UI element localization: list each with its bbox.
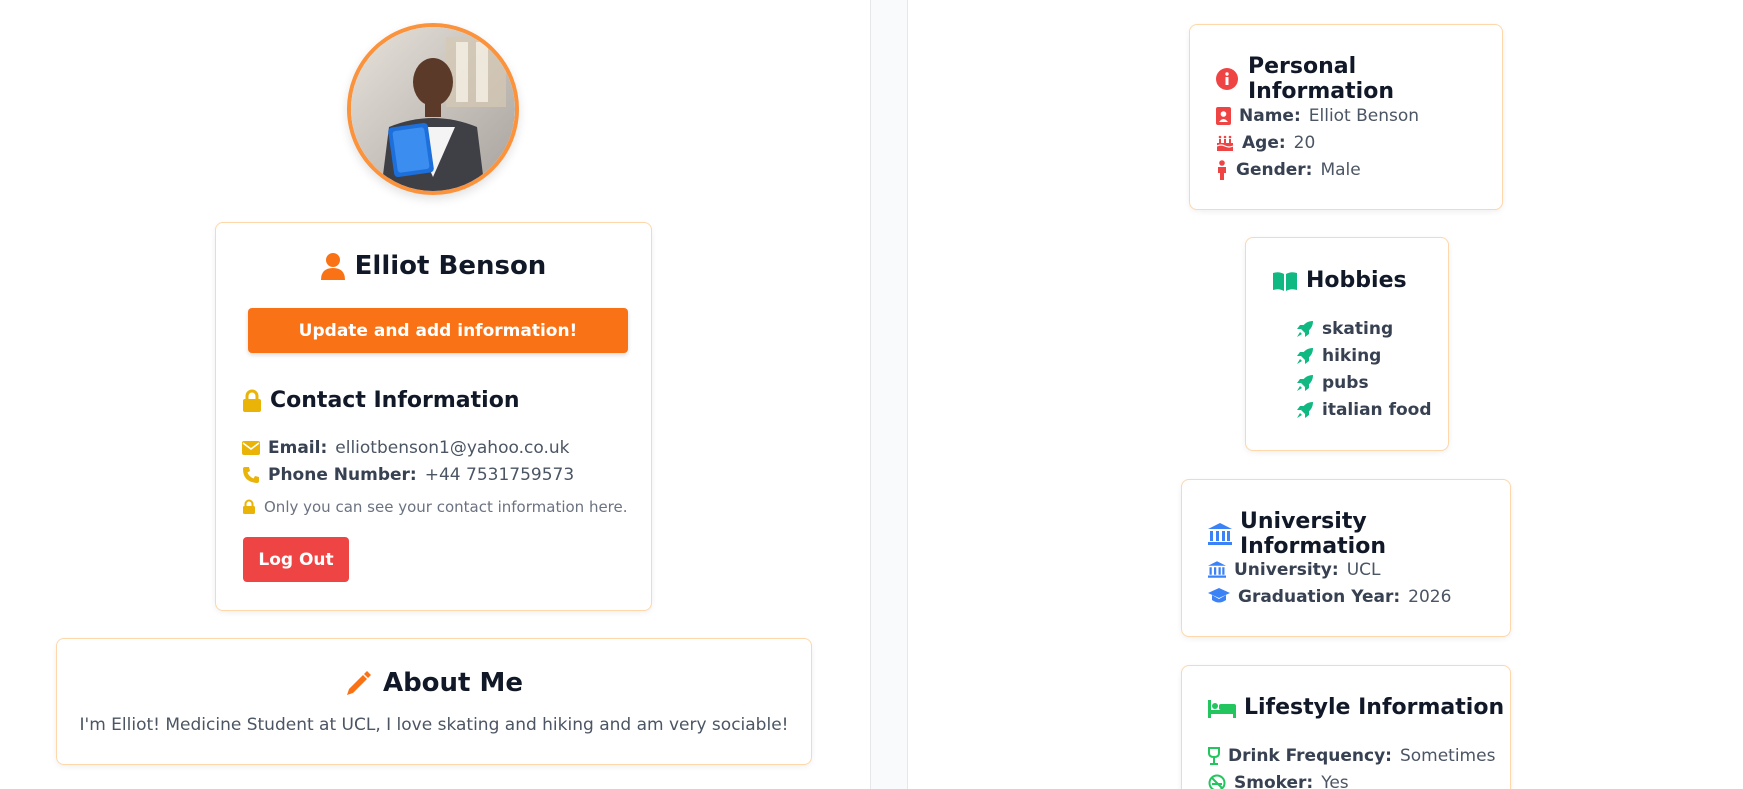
update-info-button[interactable]: Update and add information! — [248, 308, 628, 353]
gender-value: Male — [1320, 159, 1361, 180]
about-me-card: About Me I'm Elliot! Medicine Student at… — [56, 638, 812, 765]
university-info-card: University Information University: UCL G… — [1181, 479, 1511, 637]
cake-icon — [1216, 134, 1234, 152]
privacy-note-text: Only you can see your contact informatio… — [264, 497, 628, 516]
email-value: elliotbenson1@yahoo.co.uk — [335, 437, 570, 458]
hobbies-title: Hobbies — [1306, 268, 1407, 293]
gender-label: Gender: — [1236, 159, 1313, 180]
university-info-title: University Information — [1240, 509, 1386, 559]
logout-button[interactable]: Log Out — [243, 537, 349, 582]
graduation-row: Graduation Year: 2026 — [1208, 583, 1451, 610]
hobbies-card: Hobbies skating hiking pubs italian food — [1245, 237, 1449, 451]
email-label: Email: — [268, 437, 328, 458]
personal-info-heading: Personal Information — [1216, 54, 1502, 104]
privacy-note: Only you can see your contact informatio… — [242, 493, 628, 520]
glass-icon — [1208, 746, 1220, 765]
hobby-label: pubs — [1322, 372, 1369, 393]
rocket-icon — [1296, 347, 1314, 365]
no-smoking-icon — [1208, 774, 1226, 789]
envelope-icon — [242, 440, 260, 455]
phone-row: Phone Number: +44 7531759573 — [242, 461, 574, 488]
hobby-label: italian food — [1322, 399, 1432, 420]
hobby-item: skating — [1296, 315, 1432, 342]
age-value: 20 — [1293, 132, 1316, 153]
person-icon — [1216, 159, 1228, 180]
email-row: Email: elliotbenson1@yahoo.co.uk — [242, 434, 569, 461]
id-card-icon — [1216, 106, 1231, 125]
university-value: UCL — [1346, 559, 1381, 580]
smoker-label: Smoker: — [1234, 772, 1314, 789]
lifestyle-info-card: Lifestyle Information Drink Frequency: S… — [1181, 665, 1511, 789]
profile-card: Elliot Benson Update and add information… — [215, 222, 652, 611]
smoker-row: Smoker: Yes — [1208, 769, 1349, 789]
name-label: Name: — [1239, 105, 1301, 126]
drink-label: Drink Frequency: — [1228, 745, 1392, 766]
avatar-photo — [351, 27, 515, 191]
drink-value: Sometimes — [1399, 745, 1496, 766]
personal-info-card: Personal Information Name: Elliot Benson… — [1189, 24, 1503, 210]
university-label: University: — [1234, 559, 1339, 580]
contact-info-title: Contact Information — [270, 388, 520, 413]
about-me-text: I'm Elliot! Medicine Student at UCL, I l… — [79, 715, 789, 735]
rocket-icon — [1296, 374, 1314, 392]
rocket-icon — [1296, 320, 1314, 338]
pencil-icon — [345, 669, 373, 697]
rocket-icon — [1296, 401, 1314, 419]
panel-divider — [870, 0, 908, 789]
name-row: Name: Elliot Benson — [1216, 102, 1419, 129]
profile-name-heading: Elliot Benson — [216, 251, 651, 281]
profile-avatar — [347, 23, 519, 195]
info-icon — [1216, 68, 1238, 90]
bank-small-icon — [1208, 561, 1226, 578]
user-icon — [320, 252, 345, 280]
phone-label: Phone Number: — [268, 464, 417, 485]
bank-icon — [1208, 523, 1232, 545]
gender-row: Gender: Male — [1216, 156, 1361, 183]
book-icon — [1272, 271, 1298, 291]
age-label: Age: — [1242, 132, 1286, 153]
name-value: Elliot Benson — [1308, 105, 1420, 126]
age-row: Age: 20 — [1216, 129, 1315, 156]
hobby-label: hiking — [1322, 345, 1382, 366]
profile-panel: Elliot Benson Update and add information… — [0, 0, 870, 789]
hobby-item: pubs — [1296, 369, 1432, 396]
drink-row: Drink Frequency: Sometimes — [1208, 742, 1495, 769]
about-me-heading: About Me — [57, 668, 811, 698]
phone-icon — [242, 466, 260, 484]
lock-small-icon — [242, 499, 256, 515]
university-row: University: UCL — [1208, 556, 1380, 583]
hobby-item: hiking — [1296, 342, 1432, 369]
lock-icon — [242, 389, 262, 413]
lifestyle-info-heading: Lifestyle Information — [1208, 695, 1504, 720]
hobbies-list: skating hiking pubs italian food — [1296, 315, 1432, 423]
university-info-heading: University Information — [1208, 509, 1510, 559]
smoker-value: Yes — [1321, 772, 1349, 789]
about-me-title: About Me — [382, 668, 524, 698]
graduation-value: 2026 — [1408, 586, 1452, 607]
details-panel: Personal Information Name: Elliot Benson… — [908, 0, 1743, 789]
bed-icon — [1208, 698, 1236, 718]
profile-name: Elliot Benson — [354, 251, 547, 281]
contact-info-heading: Contact Information — [242, 388, 520, 413]
phone-value: +44 7531759573 — [424, 464, 575, 485]
hobby-label: skating — [1322, 318, 1394, 339]
lifestyle-info-title: Lifestyle Information — [1244, 695, 1505, 720]
hobbies-heading: Hobbies — [1272, 268, 1407, 293]
graduation-label: Graduation Year: — [1238, 586, 1401, 607]
personal-info-title: Personal Information — [1248, 54, 1394, 104]
graduation-cap-icon — [1208, 588, 1230, 605]
hobby-item: italian food — [1296, 396, 1432, 423]
